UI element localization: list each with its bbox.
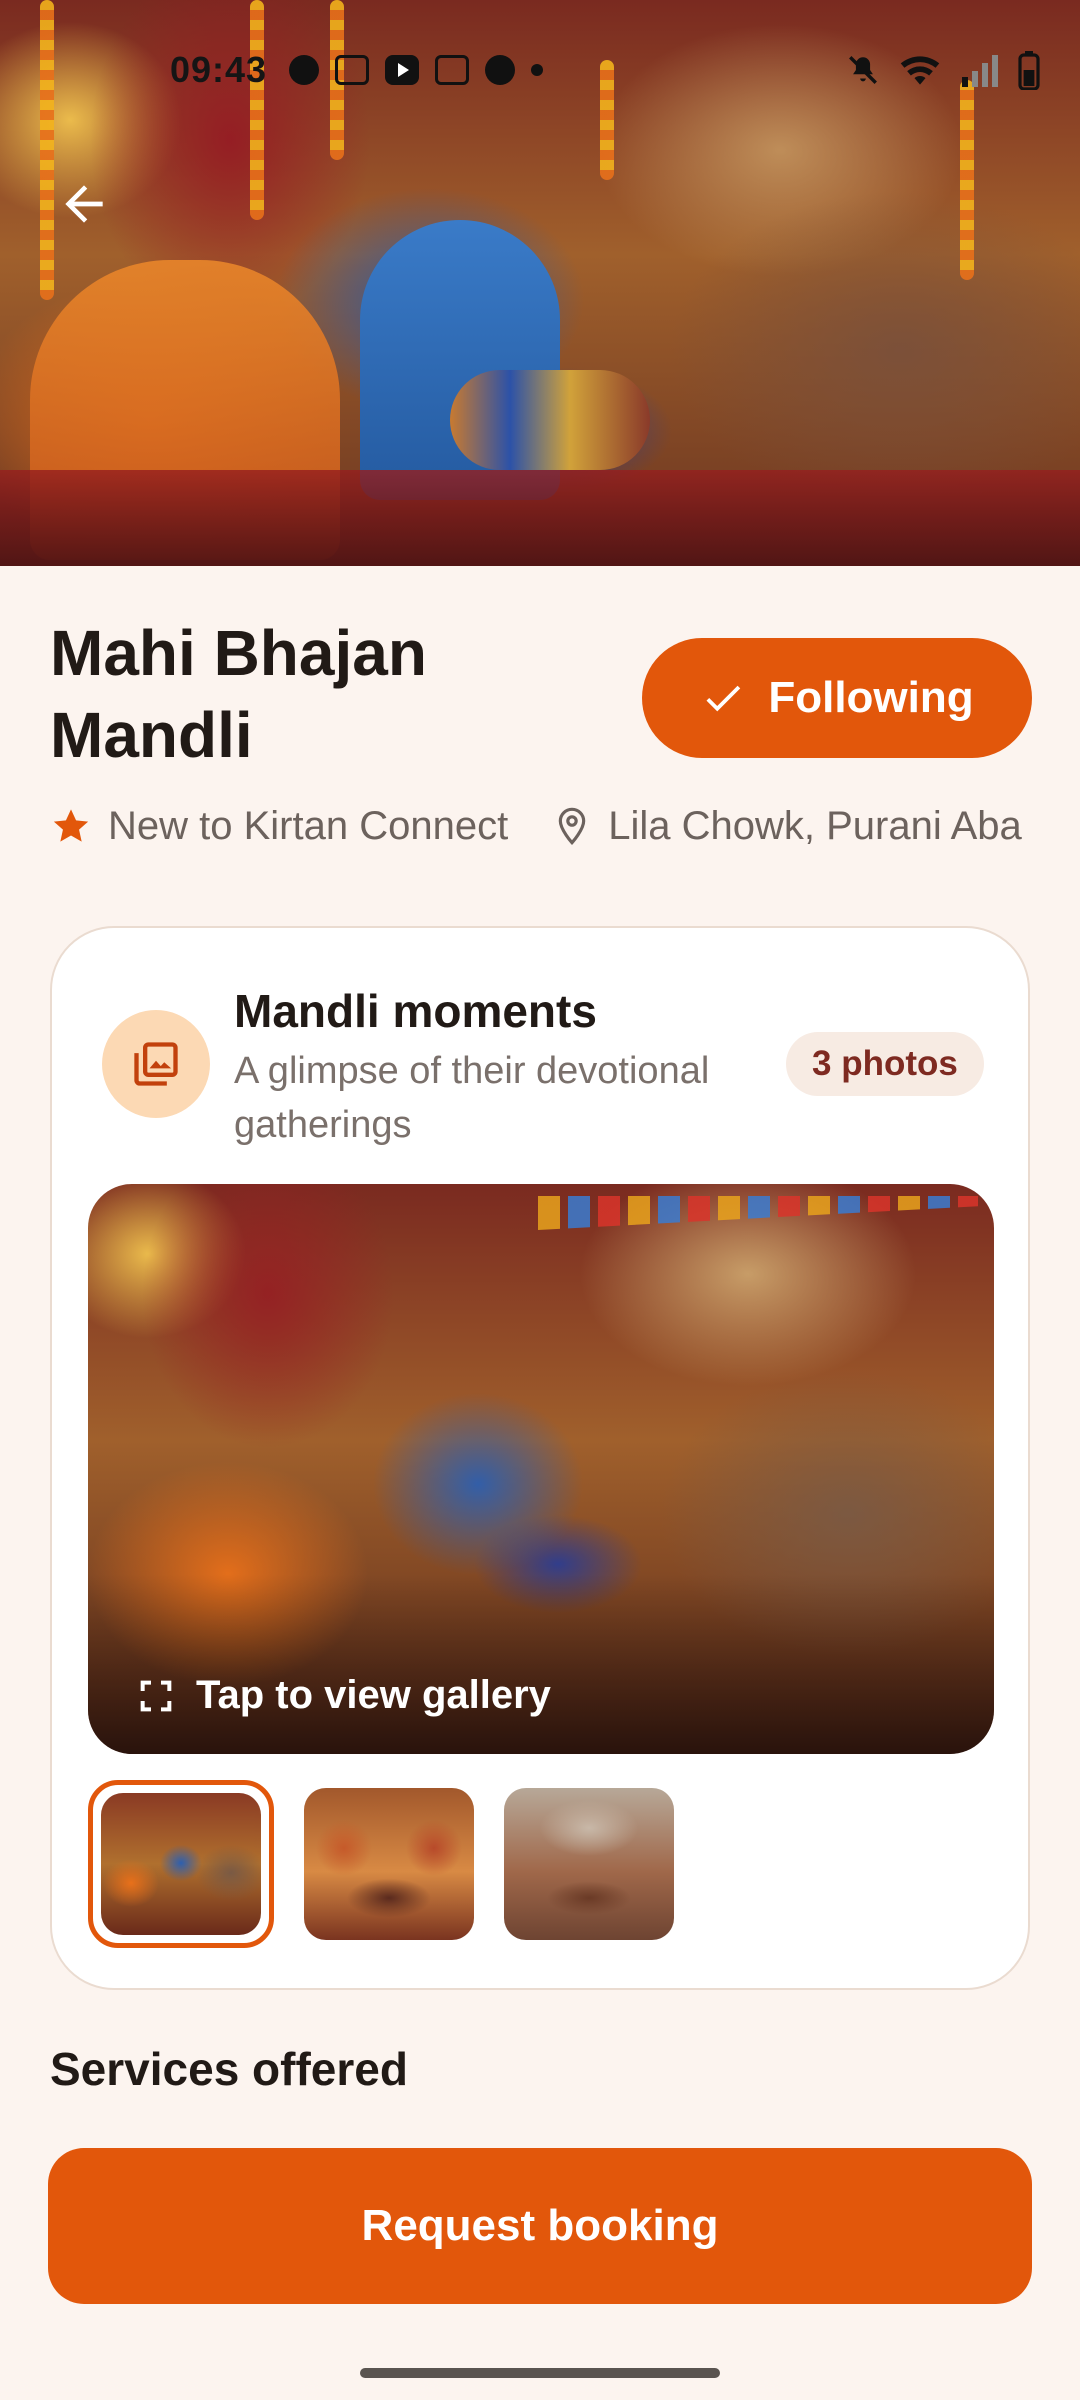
- status-time: 09:43: [170, 49, 268, 90]
- thumbnail-image: [304, 1788, 474, 1940]
- youtube-icon: [385, 55, 420, 85]
- gallery-hint: Tap to view gallery: [136, 1673, 551, 1718]
- status-bar: 09:43: [0, 0, 1080, 140]
- thumbnail-strip: [88, 1780, 674, 1948]
- back-button[interactable]: [48, 168, 120, 240]
- request-booking-button[interactable]: Request booking: [48, 2148, 1032, 2304]
- bunting-decoration: [538, 1196, 978, 1230]
- thumbnail-image: [101, 1793, 261, 1935]
- gallery-thumbnail[interactable]: [304, 1788, 474, 1940]
- check-icon: [706, 685, 741, 712]
- wifi-icon: [900, 56, 940, 85]
- gallery-thumbnail[interactable]: [504, 1788, 674, 1940]
- gallery-thumbnail[interactable]: [88, 1780, 274, 1948]
- mute-icon: [849, 56, 877, 84]
- pinterest-icon: [485, 55, 516, 85]
- moments-subtitle: A glimpse of their devotional gatherings: [234, 1050, 710, 1146]
- notification-icon: [435, 55, 470, 85]
- moments-title: Mandli moments: [234, 985, 597, 1037]
- notification-icon: [289, 55, 320, 85]
- mandli-moments-card: Mandli moments A glimpse of their devoti…: [50, 926, 1030, 1990]
- moments-icon-badge: [102, 1010, 210, 1118]
- request-booking-label: Request booking: [361, 2201, 719, 2250]
- new-badge: New to Kirtan Connect: [50, 804, 508, 849]
- system-icons: [846, 50, 1040, 90]
- profile-title: Mahi Bhajan Mandli: [50, 617, 427, 771]
- signal-icon: [962, 55, 998, 87]
- notification-icon: [335, 55, 370, 85]
- battery-icon: [1018, 51, 1040, 90]
- dholak-drum: [450, 370, 650, 470]
- photo-library-icon: [134, 1042, 178, 1086]
- thumbnail-image: [504, 1788, 674, 1940]
- stage-platform: [0, 470, 1080, 566]
- star-icon: [53, 809, 89, 842]
- services-heading: Services offered: [50, 2043, 408, 2095]
- following-button[interactable]: Following: [642, 638, 1032, 758]
- arrow-left-icon: [65, 185, 103, 223]
- home-indicator[interactable]: [360, 2368, 720, 2378]
- notification-icons: [289, 55, 544, 85]
- gallery-main-photo[interactable]: Tap to view gallery: [88, 1184, 994, 1754]
- fullscreen-icon: [140, 1680, 172, 1711]
- location: Lila Chowk, Purani Aba: [552, 804, 1022, 849]
- profile-meta: New to Kirtan Connect Lila Chowk, Purani…: [50, 798, 1080, 854]
- new-badge-text: New to Kirtan Connect: [108, 803, 509, 848]
- more-notifications-icon: [531, 64, 544, 76]
- photo-count-badge: 3 photos: [786, 1032, 984, 1096]
- location-text: Lila Chowk, Purani Aba: [608, 803, 1022, 848]
- location-pin-icon: [558, 807, 586, 846]
- gallery-hint-text: Tap to view gallery: [196, 1673, 551, 1717]
- following-label: Following: [768, 673, 974, 722]
